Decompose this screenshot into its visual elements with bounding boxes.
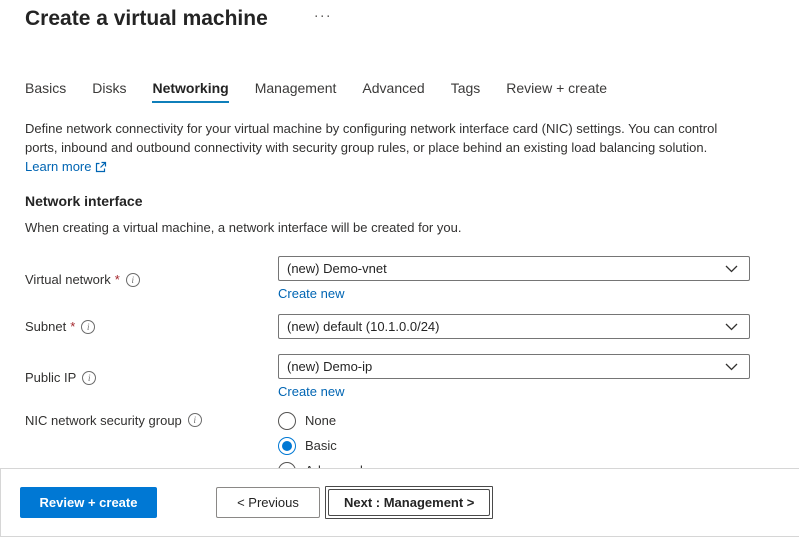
nic-nsg-label: NIC network security group [25, 408, 182, 433]
header: Create a virtual machine ··· [0, 0, 799, 33]
radio-button[interactable] [278, 462, 296, 469]
tab-basics[interactable]: Basics [25, 80, 66, 103]
radio-option-basic[interactable]: Basic [278, 433, 750, 458]
previous-button[interactable]: < Previous [216, 487, 320, 518]
virtual-network-label-group: Virtual network * i [25, 256, 278, 303]
info-icon[interactable]: i [188, 413, 202, 427]
chevron-down-icon [725, 323, 738, 331]
chevron-down-icon [725, 265, 738, 273]
required-asterisk: * [70, 319, 75, 334]
page-title: Create a virtual machine [25, 5, 268, 33]
tab-description: Define network connectivity for your vir… [0, 119, 799, 176]
subnet-label-group: Subnet * i [25, 314, 278, 339]
public-ip-label-group: Public IP i [25, 354, 278, 401]
external-link-icon [95, 161, 107, 173]
public-ip-dropdown[interactable]: (new) Demo-ip [278, 354, 750, 379]
public-ip-label: Public IP [25, 370, 76, 385]
virtual-network-label: Virtual network [25, 272, 111, 287]
chevron-down-icon [725, 363, 738, 371]
virtual-network-dropdown[interactable]: (new) Demo-vnet [278, 256, 750, 281]
subnet-field: (new) default (10.1.0.0/24) [278, 314, 750, 339]
radio-option-none[interactable]: None [278, 408, 750, 433]
description-line-2: ports, inbound and outbound connectivity… [25, 138, 799, 157]
radio-label: Advanced [305, 463, 363, 468]
virtual-network-row: Virtual network * i (new) Demo-vnet Crea… [0, 256, 799, 303]
public-ip-create-new-link[interactable]: Create new [278, 383, 344, 400]
radio-option-advanced[interactable]: Advanced [278, 458, 750, 468]
description-line-1: Define network connectivity for your vir… [25, 119, 799, 138]
tab-review-create[interactable]: Review + create [506, 80, 607, 103]
required-asterisk: * [115, 272, 120, 287]
tab-management[interactable]: Management [255, 80, 337, 103]
section-subtext: When creating a virtual machine, a netwo… [0, 220, 799, 235]
review-create-button[interactable]: Review + create [20, 487, 157, 518]
virtual-network-create-new-link[interactable]: Create new [278, 285, 344, 302]
public-ip-row: Public IP i (new) Demo-ip Create new [0, 354, 799, 401]
info-icon[interactable]: i [82, 371, 96, 385]
networking-form: Virtual network * i (new) Demo-vnet Crea… [0, 256, 799, 468]
virtual-network-value: (new) Demo-vnet [287, 261, 387, 276]
tab-advanced[interactable]: Advanced [362, 80, 424, 103]
radio-button[interactable] [278, 412, 296, 430]
more-options-icon[interactable]: ··· [314, 7, 332, 24]
subnet-row: Subnet * i (new) default (10.1.0.0/24) [0, 314, 799, 339]
tab-tags[interactable]: Tags [451, 80, 481, 103]
virtual-network-field: (new) Demo-vnet Create new [278, 256, 750, 303]
info-icon[interactable]: i [126, 273, 140, 287]
next-management-button[interactable]: Next : Management > [328, 489, 490, 516]
radio-button-selected[interactable] [278, 437, 296, 455]
wizard-footer: Review + create < Previous Next : Manage… [0, 468, 799, 537]
subnet-label: Subnet [25, 319, 66, 334]
public-ip-field: (new) Demo-ip Create new [278, 354, 750, 401]
nic-nsg-label-group: NIC network security group i [25, 408, 278, 468]
radio-label: Basic [305, 438, 337, 453]
wizard-tabs: Basics Disks Networking Management Advan… [0, 80, 799, 103]
next-button-focus-ring: Next : Management > [325, 486, 493, 519]
section-heading: Network interface [0, 193, 799, 209]
public-ip-value: (new) Demo-ip [287, 359, 372, 374]
tab-disks[interactable]: Disks [92, 80, 126, 103]
tab-networking[interactable]: Networking [152, 80, 228, 103]
learn-more-label: Learn more [25, 157, 91, 176]
nic-nsg-options: None Basic Advanced [278, 408, 750, 468]
subnet-value: (new) default (10.1.0.0/24) [287, 319, 439, 334]
radio-dot [282, 441, 292, 451]
info-icon[interactable]: i [81, 320, 95, 334]
learn-more-link[interactable]: Learn more [25, 157, 107, 176]
nic-nsg-row: NIC network security group i None Basic … [0, 408, 799, 468]
radio-label: None [305, 413, 336, 428]
blade-content: Create a virtual machine ··· Basics Disk… [0, 0, 799, 468]
subnet-dropdown[interactable]: (new) default (10.1.0.0/24) [278, 314, 750, 339]
